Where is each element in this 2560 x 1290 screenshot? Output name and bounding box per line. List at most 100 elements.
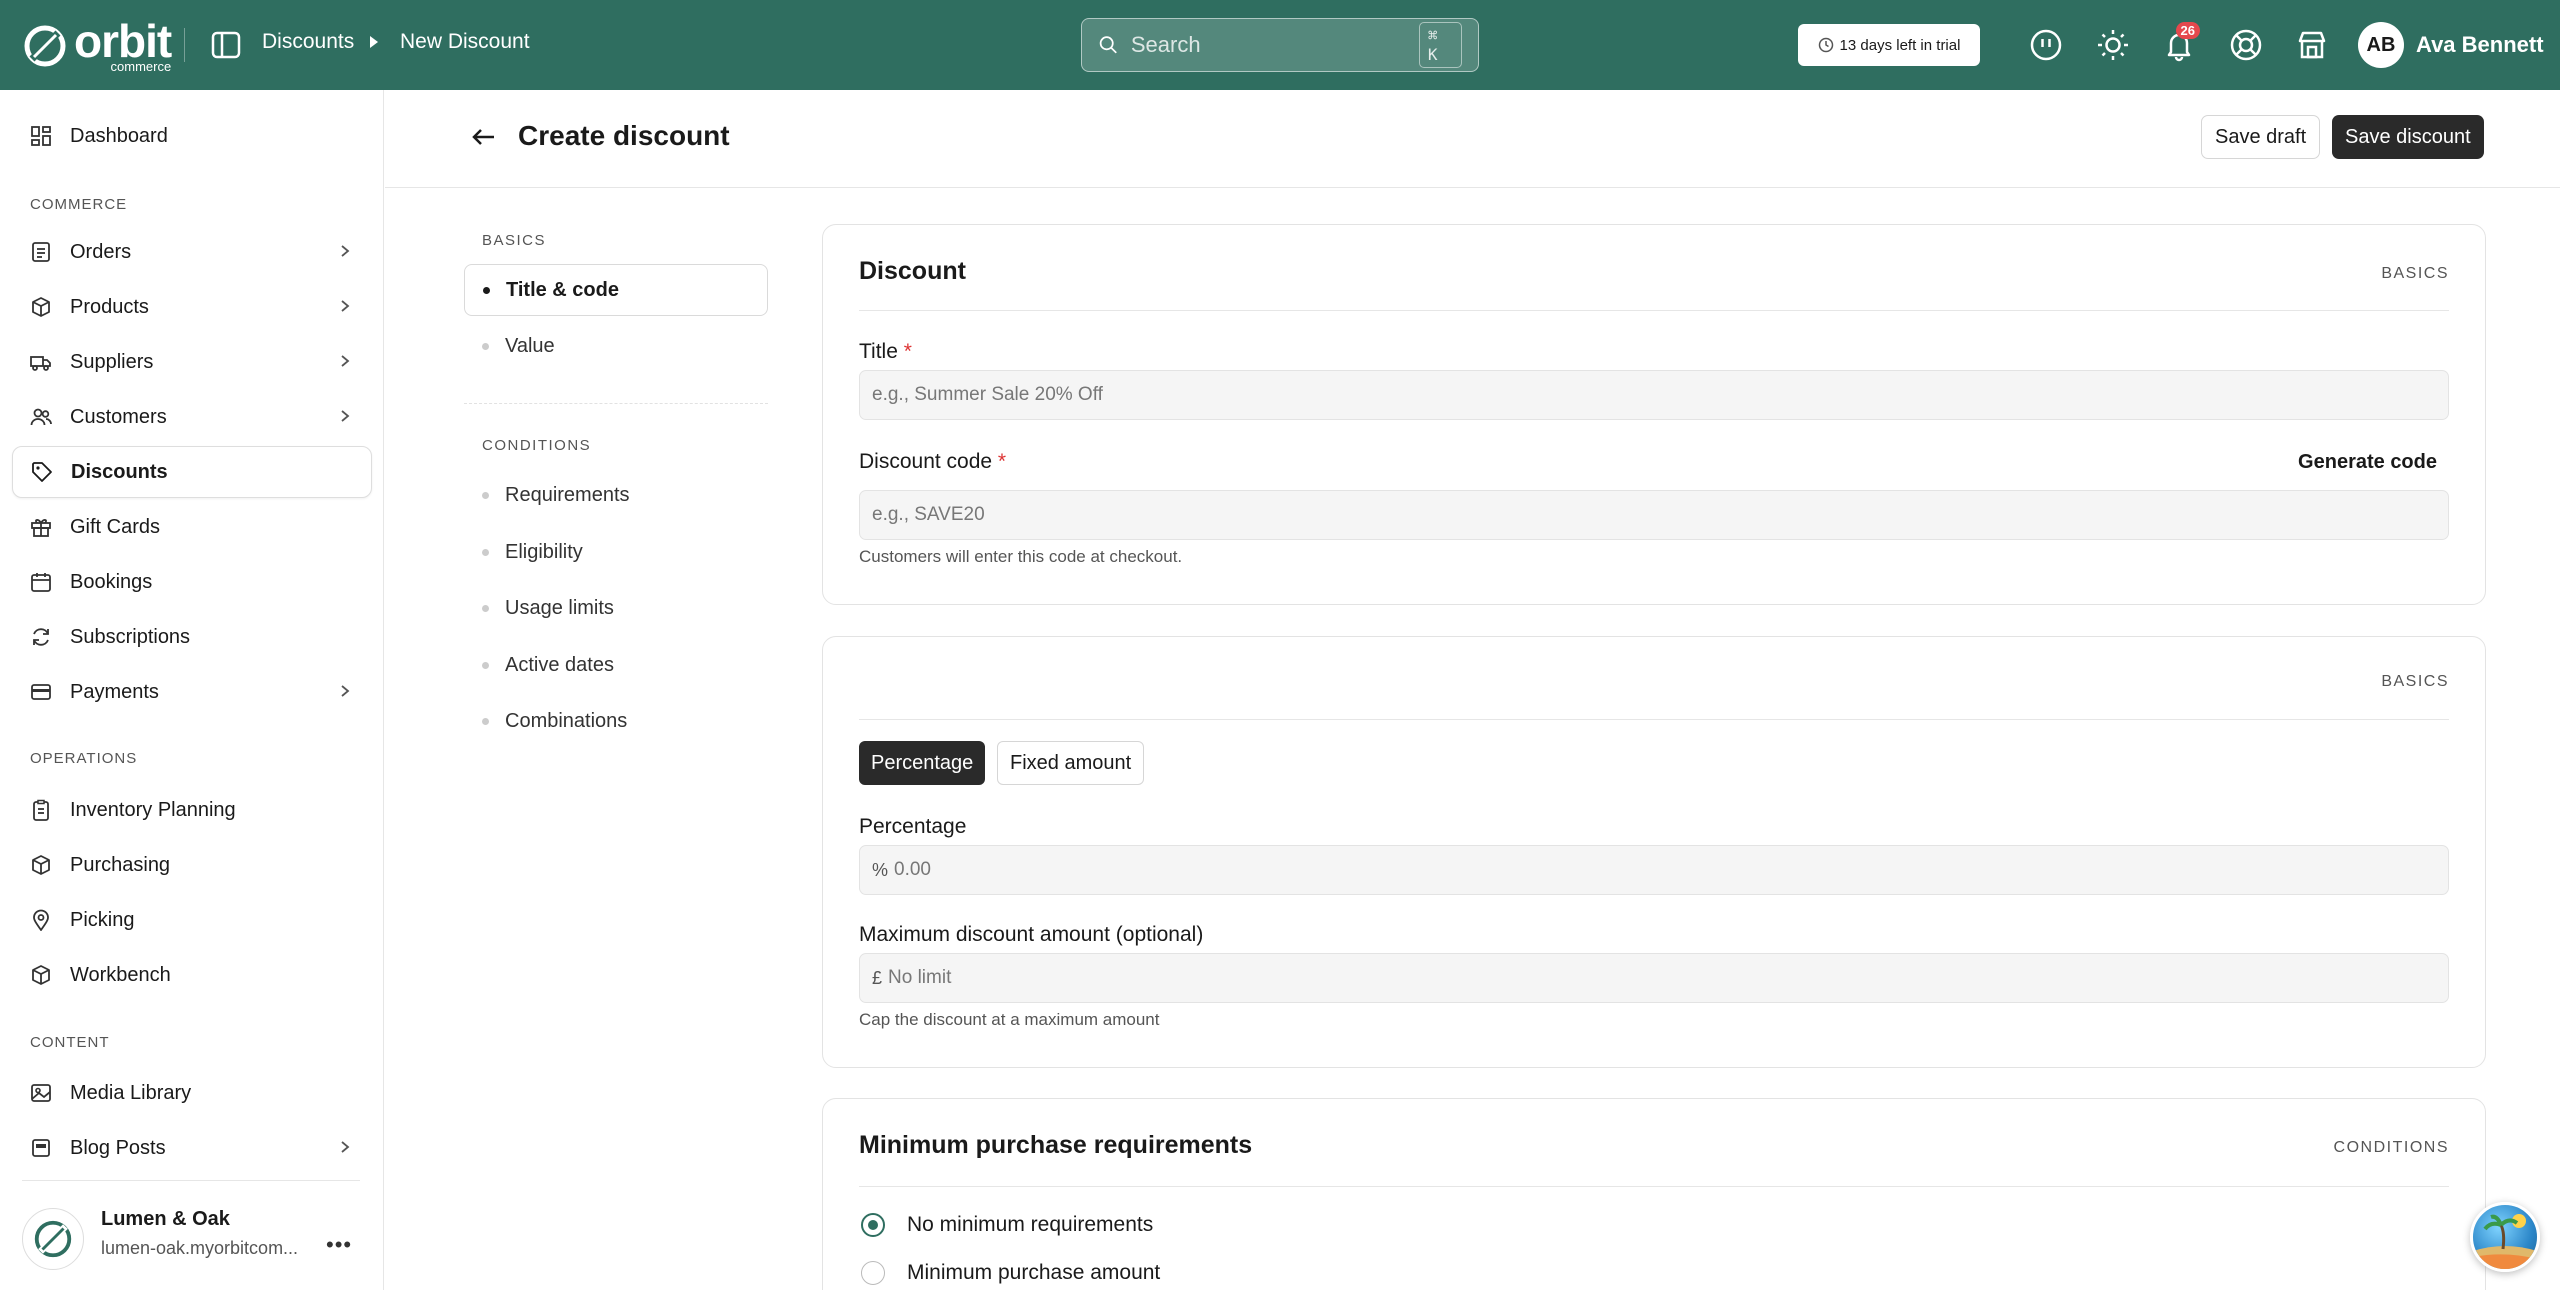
- section-nav-eligibility[interactable]: Eligibility: [464, 526, 768, 578]
- section-nav-requirements[interactable]: Requirements: [464, 469, 768, 521]
- percentage-field[interactable]: %: [859, 845, 2449, 895]
- sidebar-section-commerce: COMMERCE: [30, 196, 128, 213]
- store-avatar[interactable]: [22, 1208, 84, 1270]
- sidebar-item-suppliers[interactable]: Suppliers: [12, 336, 372, 388]
- title-label: Title *: [859, 340, 912, 363]
- more-options-icon[interactable]: •••: [326, 1232, 352, 1258]
- sidebar-item-purchasing[interactable]: Purchasing: [12, 839, 372, 891]
- orbit-logo-icon: [24, 25, 66, 66]
- section-nav-basics-heading: BASICS: [482, 232, 547, 249]
- section-nav-combinations[interactable]: Combinations: [464, 695, 768, 747]
- sidebar-item-orders[interactable]: Orders: [12, 226, 372, 278]
- bullet-icon: [482, 548, 489, 556]
- storefront-button[interactable]: [2293, 26, 2331, 64]
- sidebar-item-products[interactable]: Products: [12, 281, 372, 333]
- sidebar-item-workbench[interactable]: Workbench: [12, 949, 372, 1001]
- truck-icon: [30, 356, 51, 371]
- discount-code-field[interactable]: [859, 490, 2449, 540]
- sun-icon: [2098, 30, 2128, 60]
- sidebar-item-label: Workbench: [70, 963, 171, 986]
- title-input[interactable]: [872, 384, 2436, 406]
- image-icon: [31, 1084, 51, 1102]
- theme-toggle-button[interactable]: [2094, 26, 2132, 64]
- section-nav-label: Value: [505, 334, 555, 357]
- sidebar-item-picking[interactable]: Picking: [12, 894, 372, 946]
- sidebar-item-inventory-planning[interactable]: Inventory Planning: [12, 784, 372, 836]
- breadcrumb-new-discount: New Discount: [400, 30, 530, 53]
- section-nav-value[interactable]: Value: [464, 320, 768, 372]
- store-logo-icon: [34, 1220, 72, 1258]
- card-tag: CONDITIONS: [2333, 1139, 2449, 1156]
- sidebar-item-label: Media Library: [70, 1081, 192, 1104]
- save-draft-button[interactable]: Save draft: [2201, 115, 2321, 159]
- sidebar-footer-divider: [22, 1180, 360, 1181]
- chevron-right-icon: [341, 685, 350, 697]
- gift-icon: [31, 519, 51, 537]
- percentage-input[interactable]: [894, 859, 2436, 881]
- section-nav-label: Title & code: [506, 278, 619, 301]
- sidebar-item-dashboard[interactable]: Dashboard: [12, 110, 372, 162]
- sidebar-item-customers[interactable]: Customers: [12, 391, 372, 443]
- title-field[interactable]: [859, 370, 2449, 420]
- section-nav-label: Usage limits: [505, 596, 614, 619]
- sidebar-item-payments[interactable]: Payments: [12, 666, 372, 718]
- sidebar-toggle-icon[interactable]: [210, 30, 242, 60]
- breadcrumb-discounts[interactable]: Discounts: [262, 30, 354, 54]
- help-button[interactable]: [2027, 26, 2065, 64]
- refresh-icon: [33, 628, 49, 646]
- section-nav-label: Requirements: [505, 483, 630, 506]
- back-arrow-icon[interactable]: [469, 122, 499, 152]
- users-icon: [30, 408, 52, 426]
- search-icon: [1099, 36, 1117, 54]
- avatar[interactable]: AB: [2358, 22, 2404, 68]
- fixed-amount-toggle[interactable]: Fixed amount: [997, 741, 1145, 785]
- sidebar-item-gift-cards[interactable]: Gift Cards: [12, 501, 372, 553]
- discount-code-input[interactable]: [872, 504, 2436, 526]
- generate-code-button[interactable]: Generate code: [2298, 451, 2437, 474]
- section-nav-label: Active dates: [505, 653, 614, 676]
- sidebar-item-media-library[interactable]: Media Library: [12, 1067, 372, 1119]
- max-discount-field[interactable]: £: [859, 953, 2449, 1003]
- assistant-avatar[interactable]: [2470, 1202, 2540, 1272]
- section-nav-usage-limits[interactable]: Usage limits: [464, 582, 768, 634]
- logo-sub: commerce: [110, 59, 172, 74]
- breadcrumb-separator-icon: [370, 36, 378, 48]
- max-discount-input[interactable]: [888, 967, 2436, 989]
- user-name[interactable]: Ava Bennett: [2416, 32, 2544, 58]
- sidebar-item-subscriptions[interactable]: Subscriptions: [12, 611, 372, 663]
- logo-word: orbit: [74, 15, 172, 67]
- orbit-logo[interactable]: orbit commerce: [22, 15, 172, 74]
- discount-card: Discount BASICS Title * Discount code * …: [822, 224, 2486, 605]
- no-minimum-radio[interactable]: [861, 1213, 885, 1237]
- save-discount-button[interactable]: Save discount: [2332, 115, 2484, 159]
- lifebuoy-icon: [2230, 29, 2262, 61]
- section-nav-title-code[interactable]: Title & code: [464, 264, 768, 316]
- bullet-icon: [482, 717, 489, 725]
- minimum-amount-radio[interactable]: [861, 1261, 885, 1285]
- bullet-icon: [482, 342, 489, 350]
- support-button[interactable]: [2227, 26, 2265, 64]
- sidebar-item-label: Inventory Planning: [70, 798, 236, 821]
- percentage-toggle[interactable]: Percentage: [859, 741, 986, 785]
- section-nav-active-dates[interactable]: Active dates: [464, 639, 768, 691]
- store-name[interactable]: Lumen & Oak: [101, 1208, 230, 1231]
- search-input[interactable]: [1130, 32, 1419, 58]
- no-minimum-label[interactable]: No minimum requirements: [907, 1213, 1153, 1237]
- sidebar-item-bookings[interactable]: Bookings: [12, 556, 372, 608]
- card-title: Minimum purchase requirements: [859, 1131, 1253, 1159]
- section-nav-conditions-heading: CONDITIONS: [482, 437, 592, 454]
- discount-code-label: Discount code *: [859, 450, 1007, 473]
- sidebar-item-label: Products: [70, 295, 149, 318]
- search-box[interactable]: ⌘ K: [1081, 18, 1479, 72]
- minimum-amount-label[interactable]: Minimum purchase amount: [907, 1261, 1160, 1285]
- percentage-label: Percentage: [859, 815, 967, 838]
- notifications-button[interactable]: 26: [2160, 22, 2200, 64]
- trial-badge[interactable]: 13 days left in trial: [1798, 24, 1980, 66]
- sidebar-item-label: Subscriptions: [70, 625, 191, 648]
- sidebar-item-label: Customers: [70, 405, 167, 428]
- sidebar-item-discounts[interactable]: Discounts: [12, 446, 372, 498]
- sidebar-item-blog-posts[interactable]: Blog Posts: [12, 1122, 372, 1174]
- percent-prefix: %: [872, 859, 889, 880]
- chevron-right-icon: [341, 1141, 350, 1153]
- topbar-divider: [184, 28, 185, 62]
